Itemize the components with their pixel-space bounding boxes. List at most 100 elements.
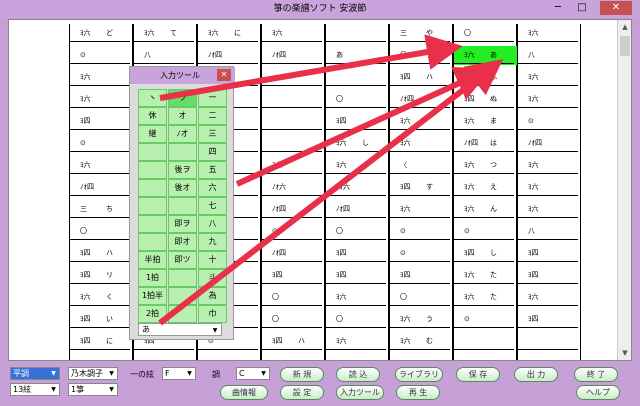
score-cell[interactable]: ﾉｵ四: [262, 200, 326, 219]
exit-button[interactable]: 終 了: [574, 367, 618, 382]
score-cell[interactable]: [326, 24, 390, 43]
tool-key[interactable]: [138, 233, 167, 251]
maximize-button[interactable]: □: [572, 1, 592, 15]
chevron-down-icon[interactable]: ▼: [185, 369, 194, 378]
tool-key[interactable]: 四: [198, 143, 227, 161]
score-cell[interactable]: ﾖ四: [518, 244, 582, 263]
score-cell[interactable]: ﾖ六: [518, 200, 582, 219]
minimize-button[interactable]: ─: [548, 1, 568, 15]
score-cell[interactable]: ﾖ四ぬ: [454, 90, 518, 109]
load-button[interactable]: 読 込: [336, 367, 380, 382]
score-cell[interactable]: 八: [518, 222, 582, 241]
chevron-down-icon[interactable]: ▼: [210, 325, 220, 334]
score-cell[interactable]: 八: [518, 46, 582, 65]
tool-key[interactable]: [138, 143, 167, 161]
scroll-down-icon[interactable]: ▼: [618, 346, 631, 360]
score-cell[interactable]: ⊙: [390, 244, 454, 263]
score-cell[interactable]: ⊙: [518, 112, 582, 131]
score-cell[interactable]: [454, 332, 518, 351]
score-cell[interactable]: ⊙: [70, 134, 134, 153]
score-cell[interactable]: ﾖ四: [262, 266, 326, 285]
score-cell[interactable]: [262, 68, 326, 87]
new-button[interactable]: 新 規: [280, 367, 324, 382]
strings-select[interactable]: 13絃 ▼: [10, 383, 60, 396]
score-cell[interactable]: 〇: [326, 222, 390, 241]
tool-key[interactable]: 休: [138, 107, 167, 125]
score-cell[interactable]: 三や: [390, 24, 454, 43]
score-cell[interactable]: ﾉｵ六: [262, 178, 326, 197]
tool-key[interactable]: 即ヲ: [168, 215, 197, 233]
tool-key[interactable]: 1拍半: [138, 287, 167, 305]
score-cell[interactable]: ﾖ六む: [390, 332, 454, 351]
score-cell[interactable]: ⊙: [454, 222, 518, 241]
score-cell[interactable]: 〇: [390, 46, 454, 65]
tool-key[interactable]: [138, 161, 167, 179]
tool-key[interactable]: 一: [198, 89, 227, 107]
score-cell[interactable]: ﾉｵ四: [262, 46, 326, 65]
score-cell[interactable]: ﾖ四し: [454, 244, 518, 263]
chevron-down-icon[interactable]: ▼: [49, 369, 58, 378]
input-tool-button[interactable]: 入力ツール: [336, 385, 384, 400]
score-cell[interactable]: ﾖ四い: [70, 310, 134, 329]
score-column[interactable]: ﾖ六 ﾉｵ四 ﾖ六 ﾉｵ六 ﾉｵ四 ⊙ ﾉｵ四 ﾖ四〇〇ﾖ四ハ: [261, 24, 326, 360]
score-cell[interactable]: [518, 332, 582, 351]
score-cell[interactable]: ﾉｵ四: [70, 178, 134, 197]
score-cell[interactable]: ﾖ四: [326, 266, 390, 285]
score-cell[interactable]: ﾖ六た: [454, 266, 518, 285]
score-cell[interactable]: ﾖ六: [70, 156, 134, 175]
tool-key[interactable]: [138, 197, 167, 215]
vertical-scrollbar[interactable]: ▲ ▼: [617, 20, 631, 360]
tool-key[interactable]: 二: [198, 107, 227, 125]
score-cell[interactable]: ﾖ六: [262, 24, 326, 43]
tool-key[interactable]: [168, 143, 197, 161]
tool-key[interactable]: [168, 269, 197, 287]
score-column[interactable]: ﾖ六八ﾖ六 ﾖ六 ⊙ ﾉｵ四 ﾖ六 ﾖ六 ﾖ六八ﾖ四 ﾖ四 ﾖ六 ﾖ四: [517, 24, 582, 360]
score-cell[interactable]: ﾉｵ四: [198, 46, 262, 65]
tool-key[interactable]: オ: [168, 107, 197, 125]
score-cell[interactable]: ﾖ六た: [454, 288, 518, 307]
score-cell[interactable]: ﾖ四: [390, 266, 454, 285]
play-button[interactable]: 再 生: [396, 385, 440, 400]
score-cell[interactable]: ﾖ六: [326, 156, 390, 175]
tool-key[interactable]: [138, 179, 167, 197]
tool-select[interactable]: あ ▼: [138, 323, 222, 336]
score-cell[interactable]: ﾖ四: [326, 112, 390, 131]
chevron-down-icon[interactable]: ▼: [49, 385, 58, 394]
tool-panel-close-icon[interactable]: ✕: [217, 69, 231, 81]
score-column[interactable]: 〇 ﾖ六あ ﾖ六ふ ﾖ四ぬ ﾖ六ま ﾉｵ四は ﾖ六つ ﾖ六え ﾖ六ん ⊙ ﾖ四し ﾖ六た ﾖ六た ⊙: [453, 24, 518, 360]
close-button[interactable]: ✕: [600, 1, 632, 15]
tool-key[interactable]: 即オ: [168, 233, 197, 251]
score-cell[interactable]: ⊙: [390, 222, 454, 241]
score-cell[interactable]: 三ち: [70, 200, 134, 219]
score-cell[interactable]: [262, 134, 326, 153]
tool-key[interactable]: 六: [198, 179, 227, 197]
score-cell[interactable]: 〇: [454, 24, 518, 43]
tool-key[interactable]: 為: [198, 287, 227, 305]
score-cell[interactable]: ﾉｵ四: [390, 90, 454, 109]
score-cell[interactable]: ﾖ六ま: [454, 112, 518, 131]
score-cell[interactable]: 八: [134, 46, 198, 65]
tool-key[interactable]: 後オ: [168, 179, 197, 197]
score-cell[interactable]: 〇: [70, 222, 134, 241]
score-cell[interactable]: ﾖ六: [390, 112, 454, 131]
tool-key[interactable]: [168, 287, 197, 305]
score-cell[interactable]: ﾖ四: [518, 310, 582, 329]
score-cell[interactable]: ﾉｵ四: [518, 134, 582, 153]
score-cell[interactable]: 〇: [262, 310, 326, 329]
score-cell[interactable]: ﾖ六: [518, 68, 582, 87]
score-column[interactable]: ﾖ六ど ⊙ ﾖ六 ﾖ六 ﾖ四 ⊙ ﾖ六 ﾉｵ四三ち〇 ﾖ四ハ ﾖ四リ ﾖ六く ﾖ四い ﾖ四に: [69, 24, 134, 360]
score-cell[interactable]: ﾖ四ハ: [262, 332, 326, 351]
score-column[interactable]: あ〇ﾖ四 ﾖ六しﾖ六 ﾉｵ六 ﾉｵ四〇ﾖ四 ﾖ四 ﾖ六〇ﾖ六: [325, 24, 390, 360]
tool-key[interactable]: 継: [138, 125, 167, 143]
chevron-down-icon[interactable]: ▼: [259, 369, 268, 378]
input-tool-panel[interactable]: 入力ツール ✕ ヽヲ一休オ二継ﾉオ三四後ヲ五後オ六七即ヲ八即オ九半拍 即ツ十 1拍斗…: [129, 66, 235, 340]
tool-key[interactable]: 五: [198, 161, 227, 179]
tool-key[interactable]: 斗: [198, 269, 227, 287]
settings-button[interactable]: 設 定: [280, 385, 324, 400]
tool-key[interactable]: [168, 197, 197, 215]
scroll-up-icon[interactable]: ▲: [618, 20, 631, 34]
score-cell[interactable]: ﾖ六: [326, 288, 390, 307]
score-cell[interactable]: ﾖ六: [518, 24, 582, 43]
score-cell[interactable]: ﾖ六し: [326, 134, 390, 153]
tool-key[interactable]: 即ツ: [168, 251, 197, 269]
